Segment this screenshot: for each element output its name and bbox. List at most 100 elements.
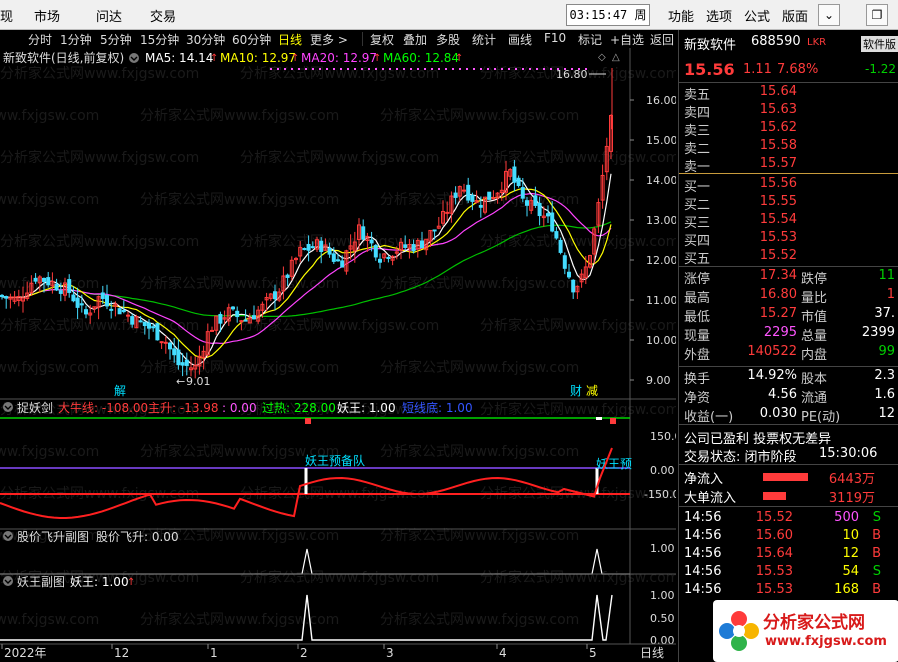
candle-body[interactable] [273,291,277,300]
candle-body[interactable] [562,255,567,269]
candle-body[interactable] [33,277,38,282]
candle-body[interactable] [331,253,336,262]
candle-body[interactable] [302,248,307,251]
event-badge-cai-label[interactable]: 财 [570,384,582,398]
candle-body[interactable] [218,313,223,324]
kline-chart[interactable]: 分析家公式网www.fxjgsw.com 分析家公式网www.fxjgsw.com… [0,48,676,662]
back-button[interactable]: 返回 [650,31,674,48]
bid-row[interactable]: 买一 15.56 [679,176,898,195]
candle-body[interactable] [71,294,76,302]
candle-body[interactable] [336,259,340,262]
candle-body[interactable] [340,260,345,268]
indicator3-settings-icon[interactable] [3,576,13,586]
candle-body[interactable] [117,308,122,315]
candle-body[interactable] [373,244,378,258]
candle-body[interactable] [403,244,408,248]
period-tab-daily[interactable]: 日线 [278,31,302,48]
candle-body[interactable] [558,239,563,253]
candle-body[interactable] [67,279,72,293]
candle-body[interactable] [184,359,189,366]
ask-row[interactable]: 卖二 15.58 [679,138,898,157]
candle-body[interactable] [142,321,147,327]
f10-button[interactable]: F10 [544,31,566,45]
overlay-button[interactable]: 叠加 [403,31,427,48]
ask-row[interactable]: 卖一 15.57 [679,156,898,175]
candle-body[interactable] [378,258,382,263]
candle-body[interactable] [100,292,105,299]
candle-body[interactable] [176,349,181,366]
candle-body[interactable] [155,323,160,341]
sector-label[interactable]: 软件版 [861,36,898,52]
candle-body[interactable] [432,229,437,232]
candle-body[interactable] [567,271,571,278]
menu-item-market[interactable]: 市场 [34,6,60,25]
candle-body[interactable] [470,195,475,202]
candle-body[interactable] [252,315,256,320]
menu-item-function[interactable]: 功能 [668,6,694,25]
period-tab-more[interactable]: 更多 > [310,31,348,48]
menu-item-formula[interactable]: 公式 [744,6,770,25]
period-tab-15min[interactable]: 15分钟 [140,31,179,48]
candle-body[interactable] [361,226,366,240]
add-watchlist-button[interactable]: +自选 [610,31,644,48]
indicator2-settings-icon[interactable] [3,531,13,541]
ask-row[interactable]: 卖四 15.63 [679,102,898,121]
candle-body[interactable] [554,231,559,239]
period-tab-5min[interactable]: 5分钟 [100,31,132,48]
candle-body[interactable] [453,192,458,198]
period-tab-30min[interactable]: 30分钟 [186,31,225,48]
bid-row[interactable]: 买二 15.55 [679,194,898,213]
candle-body[interactable] [571,279,576,293]
menu-item-wenda[interactable]: 问达 [96,6,122,25]
candle-body[interactable] [239,320,244,323]
candle-body[interactable] [172,348,177,356]
restore-button[interactable]: ❐ [866,4,888,26]
period-tab-1min[interactable]: 1分钟 [60,31,92,48]
candle-body[interactable] [159,341,164,344]
candle-body[interactable] [285,274,290,278]
candle-body[interactable] [478,204,483,208]
candle-body[interactable] [147,322,151,329]
ask-row[interactable]: 卖三 15.62 [679,120,898,139]
menu-item-trade[interactable]: 交易 [150,6,176,25]
candle-body[interactable] [58,290,63,294]
candle-body[interactable] [319,240,324,252]
tick-row[interactable]: 14:56 15.64 12 B [679,546,898,564]
candle-body[interactable] [105,295,109,307]
candle-body[interactable] [138,320,143,323]
candle-body[interactable] [109,308,114,311]
bid-row[interactable]: 买三 15.54 [679,212,898,231]
candle-body[interactable] [210,329,214,332]
bid-row[interactable]: 买五 15.52 [679,248,898,267]
candle-body[interactable] [310,246,315,249]
candle-body[interactable] [546,213,550,217]
menu-item-layout[interactable]: 版面 [782,6,808,25]
tick-row[interactable]: 14:56 15.53 54 S [679,564,898,582]
menu-item-options[interactable]: 选项 [706,6,732,25]
statistics-button[interactable]: 统计 [472,31,496,48]
candle-body[interactable] [235,310,240,318]
candle-body[interactable] [163,341,168,344]
event-badge-jian-label[interactable]: 减 [586,384,598,398]
ask-row[interactable]: 卖五 15.64 [679,84,898,103]
tick-row[interactable]: 14:56 15.52 500 S [679,510,898,528]
restore-rights-button[interactable]: 复权 [370,31,394,48]
candle-body[interactable] [243,319,248,322]
candle-body[interactable] [537,202,542,217]
candle-body[interactable] [180,362,185,366]
indicator1-settings-icon[interactable] [3,402,13,412]
draw-line-button[interactable]: 画线 [508,31,532,48]
candle-body[interactable] [550,212,555,232]
candle-body[interactable] [420,240,424,249]
candle-body[interactable] [84,309,88,315]
period-tag[interactable]: 日线 [640,646,664,660]
candle-body[interactable] [327,247,332,255]
minimize-button[interactable]: ⌄ [818,4,840,26]
candle-body[interactable] [466,184,471,201]
candle-body[interactable] [151,326,156,329]
candle-body[interactable] [520,187,525,199]
candle-body[interactable] [369,239,374,244]
tick-row[interactable]: 14:56 15.60 10 B [679,528,898,546]
candle-body[interactable] [46,277,51,286]
candle-body[interactable] [487,191,492,200]
